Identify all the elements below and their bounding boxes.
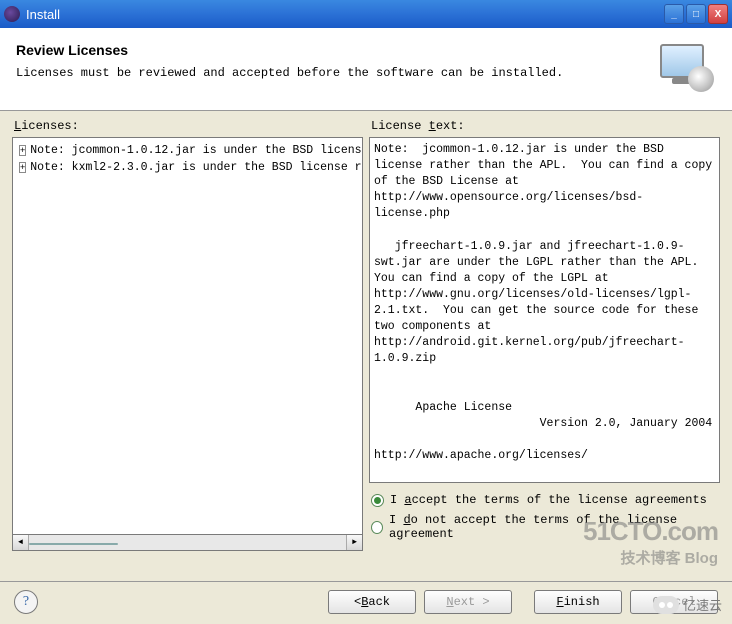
- minimize-button[interactable]: _: [664, 4, 684, 24]
- install-icon: [656, 42, 716, 92]
- finish-button[interactable]: Finish: [534, 590, 622, 614]
- scroll-right-icon[interactable]: ►: [346, 535, 362, 550]
- license-text-area[interactable]: Note: jcommon-1.0.12.jar is under the BS…: [369, 137, 720, 483]
- watermark-line1: 51CTO.com: [583, 516, 718, 547]
- eclipse-icon: [4, 6, 20, 22]
- badge-text: 亿速云: [683, 595, 722, 614]
- maximize-button[interactable]: □: [686, 4, 706, 24]
- dialog-header: Review Licenses Licenses must be reviewe…: [0, 28, 732, 111]
- licenses-panel: Licenses: + Note: jcommon-1.0.12.jar is …: [12, 119, 363, 551]
- expand-icon[interactable]: +: [19, 145, 26, 156]
- scroll-thumb[interactable]: [29, 543, 118, 545]
- back-button[interactable]: < Back: [328, 590, 416, 614]
- license-text-label: License text:: [369, 119, 720, 133]
- next-button: Next >: [424, 590, 512, 614]
- corner-badge: 亿速云: [653, 595, 722, 614]
- horizontal-scrollbar[interactable]: ◄ ►: [12, 535, 363, 551]
- radio-icon: [371, 494, 384, 507]
- expand-icon[interactable]: +: [19, 162, 26, 173]
- close-button[interactable]: X: [708, 4, 728, 24]
- licenses-tree[interactable]: + Note: jcommon-1.0.12.jar is under the …: [12, 137, 363, 535]
- scroll-left-icon[interactable]: ◄: [13, 535, 29, 550]
- tree-item-label: Note: jcommon-1.0.12.jar is under the BS…: [30, 142, 363, 159]
- button-bar: ? < Back Next > Finish Cancel: [14, 590, 718, 614]
- accept-label: I accept the terms of the license agreem…: [390, 493, 707, 507]
- accept-radio[interactable]: I accept the terms of the license agreem…: [371, 493, 718, 507]
- watermark-line2: 技术博客 Blog: [583, 547, 718, 568]
- radio-icon: [371, 521, 383, 534]
- watermark: 51CTO.com 技术博客 Blog: [583, 516, 718, 568]
- page-title: Review Licenses: [16, 42, 563, 58]
- tree-item[interactable]: + Note: kxml2-2.3.0.jar is under the BSD…: [17, 159, 358, 176]
- license-text-panel: License text: Note: jcommon-1.0.12.jar i…: [369, 119, 720, 551]
- cloud-icon: [653, 596, 679, 614]
- window-title: Install: [26, 7, 664, 22]
- page-subtitle: Licenses must be reviewed and accepted b…: [16, 66, 563, 80]
- footer-separator: [0, 581, 732, 582]
- tree-item-label: Note: kxml2-2.3.0.jar is under the BSD l…: [30, 159, 363, 176]
- licenses-label: Licenses:: [12, 119, 363, 133]
- titlebar: Install _ □ X: [0, 0, 732, 28]
- help-button[interactable]: ?: [14, 590, 38, 614]
- tree-item[interactable]: + Note: jcommon-1.0.12.jar is under the …: [17, 142, 358, 159]
